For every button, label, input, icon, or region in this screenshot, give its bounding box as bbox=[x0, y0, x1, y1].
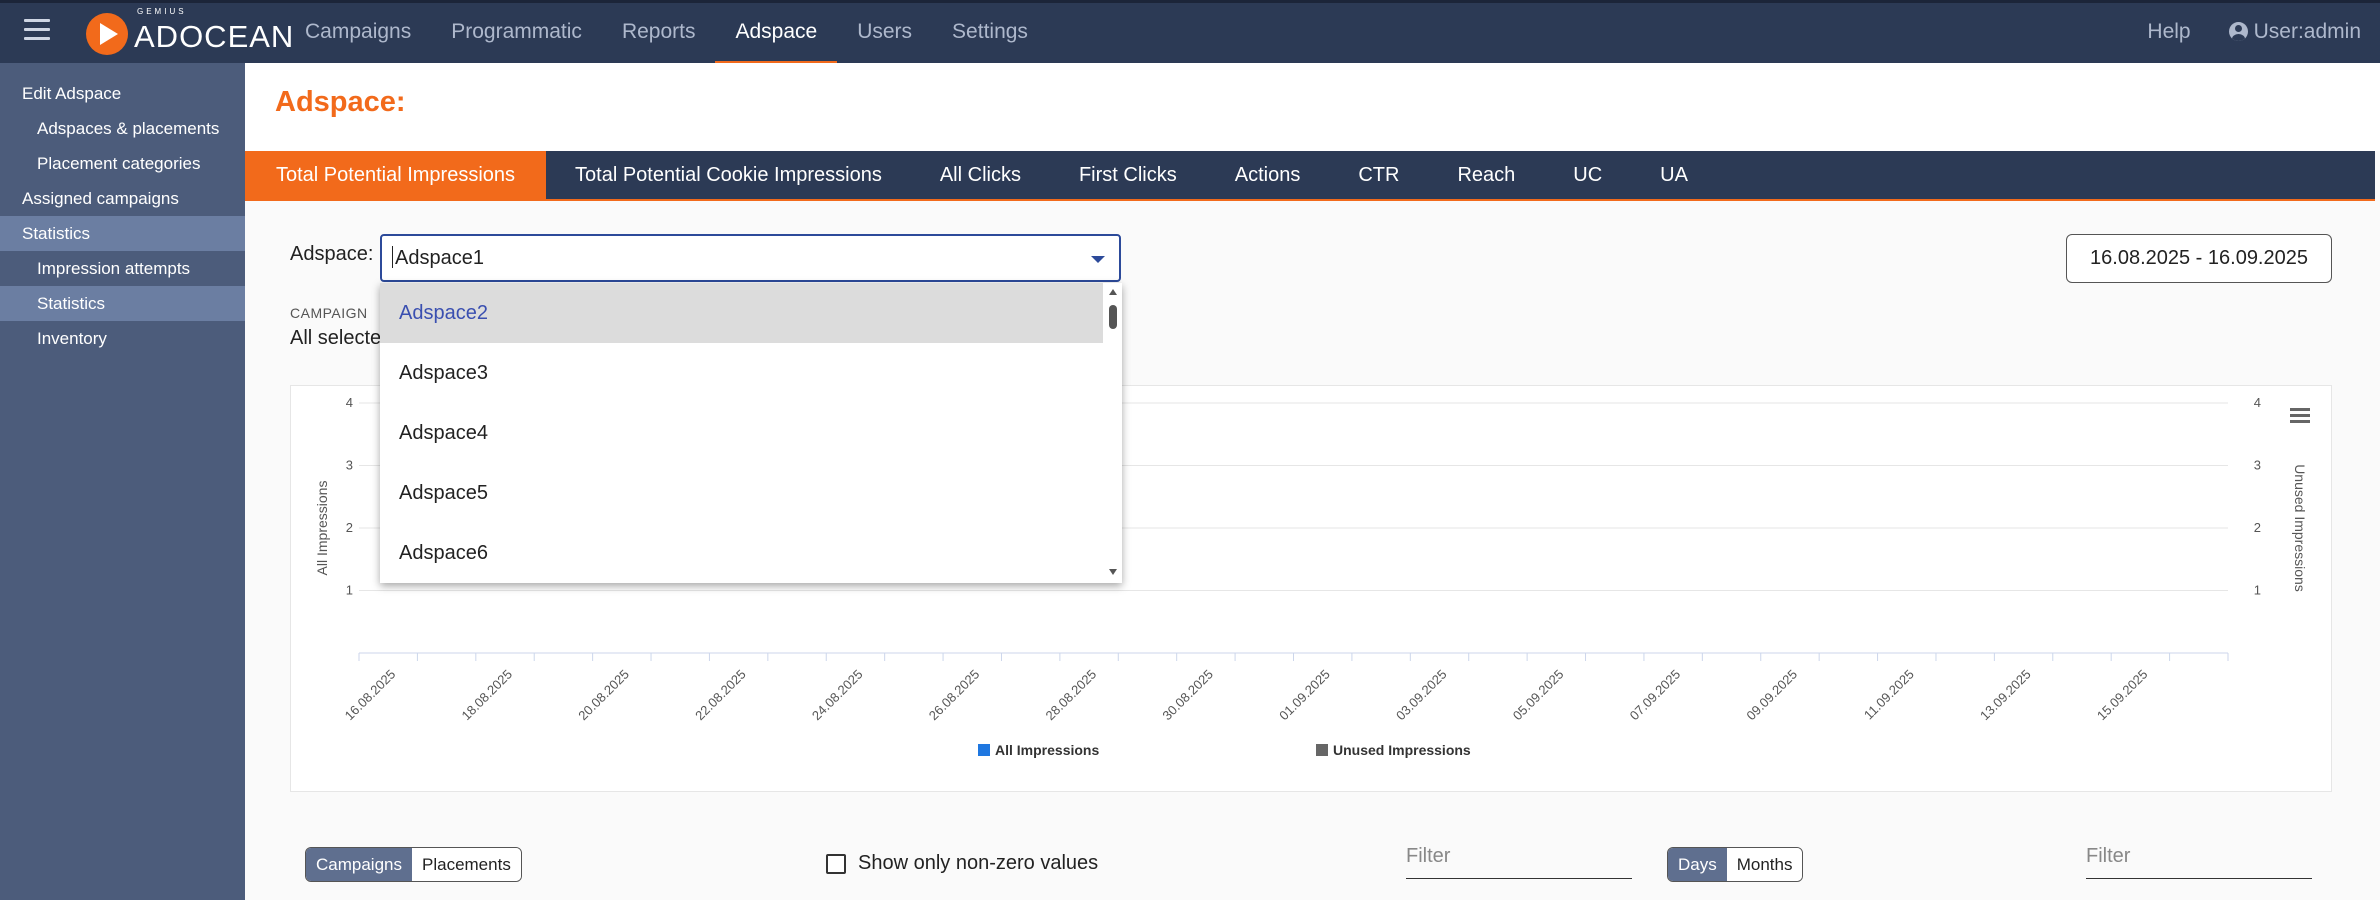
x-tick-label: 15.09.2025 bbox=[2094, 667, 2151, 724]
y2-axis-title: Unused Impressions bbox=[2292, 464, 2308, 592]
scroll-up-icon[interactable] bbox=[1109, 289, 1117, 295]
adspace-select-value: Adspace1 bbox=[392, 246, 484, 270]
toggle-placements[interactable]: Placements bbox=[412, 848, 521, 881]
x-tick-label: 01.09.2025 bbox=[1276, 667, 1333, 724]
dropdown-scrollbar[interactable] bbox=[1104, 283, 1122, 583]
y2-tick-label: 1 bbox=[2254, 583, 2261, 598]
y-tick-label: 2 bbox=[346, 520, 353, 535]
tab-all-clicks[interactable]: All Clicks bbox=[911, 151, 1050, 199]
x-tick-label: 05.09.2025 bbox=[1510, 667, 1567, 724]
tab-uc[interactable]: UC bbox=[1544, 151, 1631, 199]
brand-name: ADOCEAN bbox=[134, 19, 295, 54]
y-axis-title: All Impressions bbox=[314, 481, 330, 576]
sidebar-item-placement-categories[interactable]: Placement categories bbox=[0, 146, 245, 181]
toggle-days[interactable]: Days bbox=[1668, 848, 1727, 881]
nonzero-checkbox-row[interactable]: Show only non-zero values bbox=[826, 852, 1098, 875]
x-tick-label: 28.08.2025 bbox=[1043, 667, 1100, 724]
toggle-months[interactable]: Months bbox=[1726, 848, 1803, 881]
date-range-picker[interactable]: 16.08.2025 - 16.09.2025 bbox=[2066, 234, 2332, 283]
x-tick-label: 09.09.2025 bbox=[1743, 667, 1800, 724]
campaign-select[interactable]: All selecte bbox=[290, 327, 381, 350]
toggle-campaigns[interactable]: Campaigns bbox=[306, 848, 412, 881]
x-tick-label: 26.08.2025 bbox=[926, 667, 983, 724]
menu-icon[interactable] bbox=[24, 19, 50, 43]
sidebar-item-impression-attempts[interactable]: Impression attempts bbox=[0, 251, 245, 286]
nav-settings[interactable]: Settings bbox=[932, 3, 1048, 63]
sidebar-item-edit-adspace[interactable]: Edit Adspace bbox=[0, 76, 245, 111]
campaign-label: CAMPAIGN bbox=[290, 305, 368, 321]
play-logo-icon bbox=[86, 13, 128, 55]
y2-tick-label: 4 bbox=[2254, 395, 2261, 410]
main-nav: Campaigns Programmatic Reports Adspace U… bbox=[285, 3, 1048, 65]
y-tick-label: 1 bbox=[346, 583, 353, 598]
chart-menu-icon[interactable] bbox=[2290, 408, 2310, 424]
nav-campaigns[interactable]: Campaigns bbox=[285, 3, 431, 63]
metric-tabs: Total Potential Impressions Total Potent… bbox=[245, 151, 2375, 201]
top-navbar: ADOCEAN GEMIUS Campaigns Programmatic Re… bbox=[0, 0, 2380, 65]
sidebar: Edit Adspace Adspaces & placements Place… bbox=[0, 63, 245, 900]
filter-input-2[interactable]: Filter bbox=[2086, 843, 2312, 879]
legend-swatch bbox=[1316, 744, 1328, 756]
filter-input[interactable]: Filter bbox=[1406, 843, 1632, 879]
page-title: Adspace: bbox=[275, 86, 406, 118]
dropdown-option[interactable]: Adspace4 bbox=[380, 403, 1103, 463]
scroll-down-icon[interactable] bbox=[1109, 569, 1117, 575]
x-tick-label: 13.09.2025 bbox=[1977, 667, 2034, 724]
sidebar-item-assigned-campaigns[interactable]: Assigned campaigns bbox=[0, 181, 245, 216]
nav-users[interactable]: Users bbox=[837, 3, 932, 63]
brand-logo[interactable]: ADOCEAN bbox=[86, 12, 294, 56]
adspace-select[interactable]: Adspace1 bbox=[380, 234, 1121, 282]
y2-tick-label: 3 bbox=[2254, 458, 2261, 473]
nav-right: Help User:admin bbox=[2128, 3, 2380, 63]
tab-total-potential-cookie-impressions[interactable]: Total Potential Cookie Impressions bbox=[546, 151, 911, 199]
y-tick-label: 3 bbox=[346, 458, 353, 473]
adspace-label: Adspace: bbox=[290, 243, 374, 265]
legend-label: Unused Impressions bbox=[1333, 742, 1471, 758]
tab-actions[interactable]: Actions bbox=[1206, 151, 1330, 199]
sidebar-item-adspaces-placements[interactable]: Adspaces & placements bbox=[0, 111, 245, 146]
x-tick-label: 11.09.2025 bbox=[1861, 667, 1917, 723]
page-header bbox=[245, 63, 2380, 151]
x-tick-label: 16.08.2025 bbox=[342, 667, 399, 724]
nonzero-checkbox[interactable] bbox=[826, 853, 846, 874]
tab-total-potential-impressions[interactable]: Total Potential Impressions bbox=[245, 151, 547, 199]
dropdown-option[interactable]: Adspace2 bbox=[380, 283, 1103, 343]
dropdown-option[interactable]: Adspace6 bbox=[380, 523, 1103, 583]
dropdown-option[interactable]: Adspace5 bbox=[380, 463, 1103, 523]
y-tick-label: 4 bbox=[346, 395, 353, 410]
adspace-dropdown: Adspace2 Adspace3 Adspace4 Adspace5 Adsp… bbox=[380, 283, 1122, 583]
period-toggle: Days Months bbox=[1667, 847, 1804, 882]
tab-reach[interactable]: Reach bbox=[1428, 151, 1544, 199]
user-name: User:admin bbox=[2253, 20, 2361, 43]
legend-swatch bbox=[978, 744, 990, 756]
nav-help[interactable]: Help bbox=[2128, 3, 2209, 63]
x-tick-label: 20.08.2025 bbox=[575, 667, 632, 724]
sidebar-item-statistics[interactable]: Statistics bbox=[0, 286, 245, 321]
tab-ctr[interactable]: CTR bbox=[1329, 151, 1428, 199]
user-icon bbox=[2228, 22, 2248, 41]
nav-programmatic[interactable]: Programmatic bbox=[431, 3, 602, 63]
legend-label: All Impressions bbox=[995, 742, 1099, 758]
chevron-down-icon[interactable] bbox=[1091, 256, 1105, 263]
tab-ua[interactable]: UA bbox=[1631, 151, 1717, 199]
nonzero-label: Show only non-zero values bbox=[858, 852, 1099, 874]
y2-tick-label: 2 bbox=[2254, 520, 2261, 535]
sidebar-item-statistics-group[interactable]: Statistics bbox=[0, 216, 245, 251]
sidebar-item-inventory[interactable]: Inventory bbox=[0, 321, 245, 356]
tab-first-clicks[interactable]: First Clicks bbox=[1050, 151, 1206, 199]
dropdown-option[interactable]: Adspace3 bbox=[380, 343, 1103, 403]
nav-reports[interactable]: Reports bbox=[602, 3, 716, 63]
x-tick-label: 30.08.2025 bbox=[1159, 667, 1216, 724]
x-tick-label: 22.08.2025 bbox=[692, 667, 749, 724]
x-tick-label: 18.08.2025 bbox=[459, 667, 516, 724]
user-menu[interactable]: User:admin bbox=[2210, 3, 2380, 63]
scroll-thumb[interactable] bbox=[1109, 305, 1117, 329]
x-tick-label: 07.09.2025 bbox=[1627, 667, 1684, 724]
brand-sub: GEMIUS bbox=[137, 7, 187, 16]
nav-adspace[interactable]: Adspace bbox=[715, 3, 837, 65]
x-tick-label: 03.09.2025 bbox=[1393, 667, 1450, 724]
x-tick-label: 24.08.2025 bbox=[809, 667, 866, 724]
view-toggle: Campaigns Placements bbox=[305, 847, 522, 882]
